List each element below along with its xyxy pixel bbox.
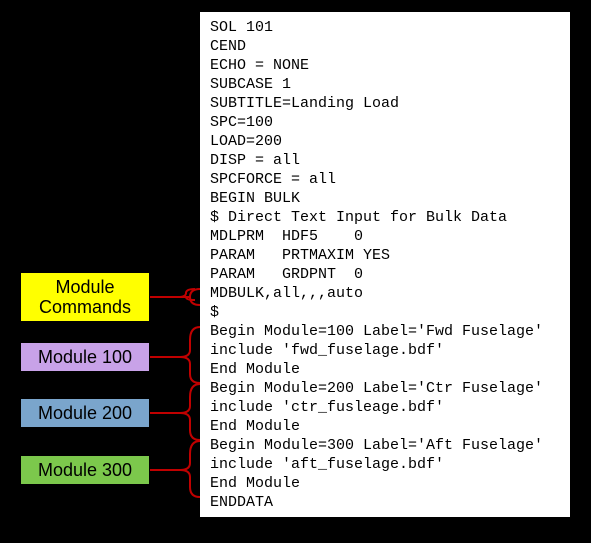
code-line: Begin Module=200 Label='Ctr Fuselage' [210,380,543,397]
code-listing: SOL 101 CEND ECHO = NONE SUBCASE 1 SUBTI… [200,12,570,517]
label-text: Commands [39,297,131,317]
code-line: SPC=100 [210,114,273,131]
code-line: MDLPRM HDF5 0 [210,228,363,245]
code-line: End Module [210,418,300,435]
label-text: Module 100 [38,347,132,367]
code-line: Begin Module=100 Label='Fwd Fuselage' [210,323,543,340]
code-line: DISP = all [210,152,300,169]
label-module-commands: Module Commands [20,272,150,322]
code-line: MDBULK,all,,,auto [210,285,363,302]
code-line: End Module [210,361,300,378]
code-line: PARAM GRDPNT 0 [210,266,363,283]
code-line: CEND [210,38,246,55]
code-line: include 'fwd_fuselage.bdf' [210,342,444,359]
code-line: PARAM PRTMAXIM YES [210,247,390,264]
code-line: ECHO = NONE [210,57,309,74]
label-text: Module 200 [38,403,132,423]
code-line: $ [210,304,219,321]
code-line: SPCFORCE = all [210,171,336,188]
code-line: End Module [210,475,300,492]
label-module-200: Module 200 [20,398,150,428]
label-text: Module 300 [38,460,132,480]
label-module-300: Module 300 [20,455,150,485]
code-line: LOAD=200 [210,133,282,150]
code-line: include 'ctr_fusleage.bdf' [210,399,444,416]
code-line: SOL 101 [210,19,273,36]
code-line: SUBCASE 1 [210,76,291,93]
code-line: BEGIN BULK [210,190,300,207]
code-line: $ Direct Text Input for Bulk Data [210,209,507,226]
code-line: Begin Module=300 Label='Aft Fuselage' [210,437,543,454]
label-text: Module [55,277,114,297]
code-line: include 'aft_fuselage.bdf' [210,456,444,473]
label-module-100: Module 100 [20,342,150,372]
code-line: ENDDATA [210,494,273,511]
code-line: SUBTITLE=Landing Load [210,95,399,112]
